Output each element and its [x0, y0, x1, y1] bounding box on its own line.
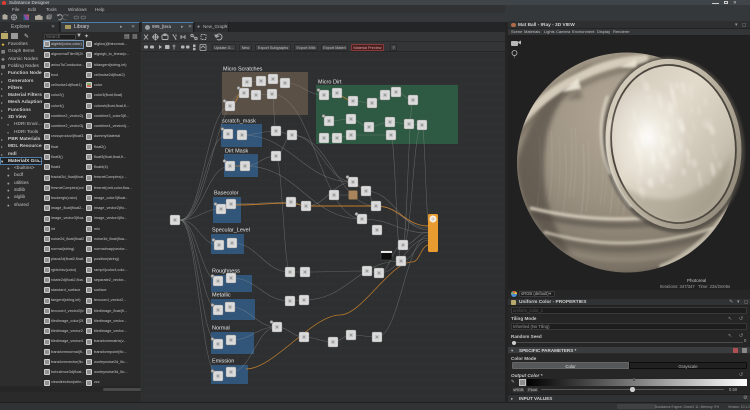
svg-text:Micro Dirt: Micro Dirt [318, 80, 342, 86]
svg-text:scratch_mask: scratch_mask [222, 119, 256, 125]
svg-text:Photoreal: Photoreal [687, 278, 706, 283]
svg-text:Emission: Emission [212, 359, 234, 365]
svg-text:Specular_Level: Specular_Level [212, 228, 250, 234]
svg-text:Metallic: Metallic [212, 293, 231, 299]
svg-text:Normal: Normal [212, 326, 230, 332]
svg-text:Iterations: 347/347 Time: 23: Iterations: 347/347 Time: 23s/2m06s [660, 284, 730, 289]
svg-text:Micro Scratches: Micro Scratches [223, 67, 263, 73]
svg-text:Basecolor: Basecolor [214, 191, 239, 197]
svg-text:Dirt Mask: Dirt Mask [225, 149, 248, 155]
